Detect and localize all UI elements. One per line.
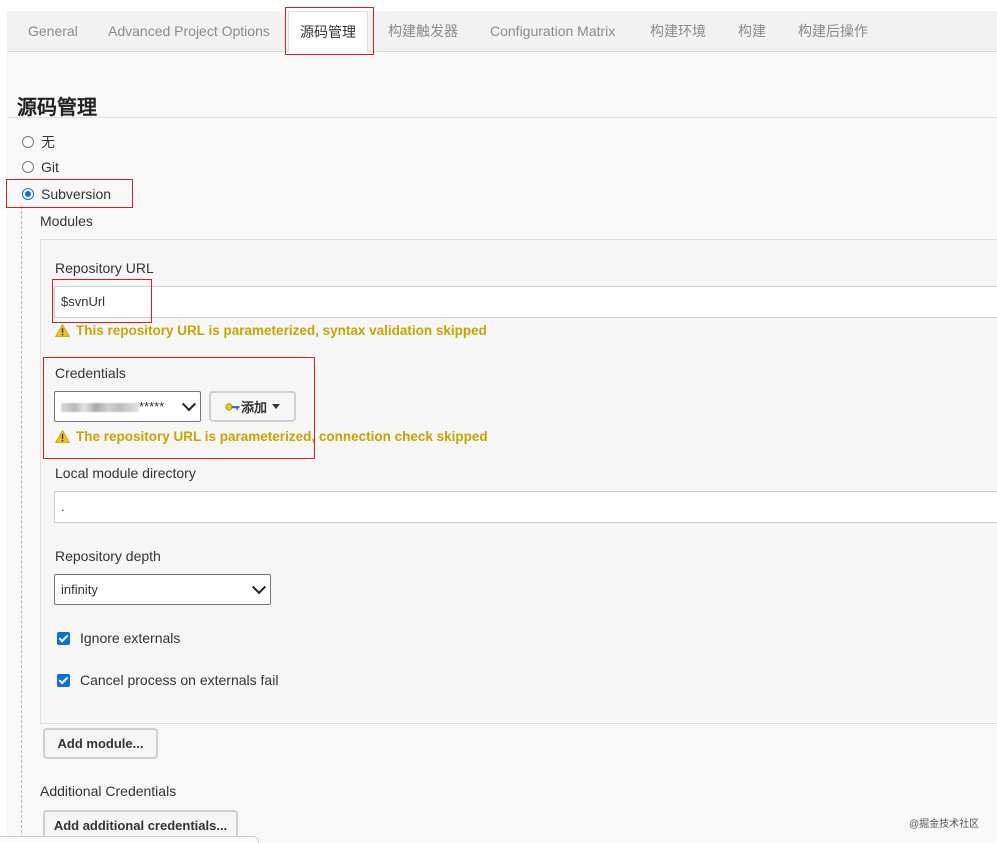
nested-indent-guide bbox=[21, 206, 22, 843]
checkbox-checked-icon[interactable] bbox=[57, 673, 70, 687]
additional-credentials-label: Additional Credentials bbox=[40, 783, 177, 799]
scm-option-label: Subversion bbox=[41, 186, 112, 202]
modules-label: Modules bbox=[40, 213, 93, 229]
repository-url-input[interactable]: $svnUrl bbox=[54, 286, 997, 318]
scm-option-git[interactable]: Git bbox=[22, 159, 59, 175]
section-divider bbox=[7, 117, 997, 118]
checkbox-label: Cancel process on externals fail bbox=[80, 672, 279, 688]
credentials-selected-value: ***** bbox=[61, 399, 164, 414]
horizontal-scrollbar[interactable] bbox=[0, 836, 259, 843]
local-module-directory-label: Local module directory bbox=[55, 465, 196, 481]
jenkins-config-page: General Advanced Project Options 源码管理 构建… bbox=[0, 0, 997, 843]
warning-text: This repository URL is parameterized, sy… bbox=[76, 323, 487, 338]
warning-icon bbox=[55, 430, 70, 443]
chevron-down-icon bbox=[251, 579, 267, 594]
checkbox-checked-icon[interactable] bbox=[57, 631, 70, 645]
radio-checked-icon[interactable] bbox=[22, 188, 34, 200]
tab-source-code-management[interactable]: 源码管理 bbox=[288, 11, 368, 53]
credentials-select[interactable]: ***** bbox=[54, 391, 201, 422]
radio-icon[interactable] bbox=[22, 136, 34, 148]
radio-icon[interactable] bbox=[22, 161, 34, 173]
tab-build[interactable]: 构建 bbox=[738, 11, 766, 51]
config-tab-bar: General Advanced Project Options 源码管理 构建… bbox=[7, 11, 997, 53]
watermark: @掘金技术社区 bbox=[909, 819, 980, 830]
repository-depth-value: infinity bbox=[61, 582, 98, 597]
repository-depth-select[interactable]: infinity bbox=[54, 574, 271, 605]
tab-configuration-matrix[interactable]: Configuration Matrix bbox=[490, 11, 615, 51]
repository-url-warning: This repository URL is parameterized, sy… bbox=[55, 323, 487, 338]
cancel-process-checkbox[interactable]: Cancel process on externals fail bbox=[57, 672, 278, 688]
warning-icon bbox=[55, 324, 70, 337]
ignore-externals-checkbox[interactable]: Ignore externals bbox=[57, 630, 180, 646]
checkbox-label: Ignore externals bbox=[80, 630, 181, 646]
tab-general[interactable]: General bbox=[28, 11, 78, 51]
add-module-button[interactable]: Add module... bbox=[43, 728, 158, 759]
repository-depth-label: Repository depth bbox=[55, 548, 161, 564]
scm-option-label: 无 bbox=[41, 134, 55, 150]
scm-option-label: Git bbox=[41, 159, 59, 175]
credentials-warning: The repository URL is parameterized, con… bbox=[55, 429, 488, 444]
add-credentials-button[interactable]: 添加 bbox=[209, 391, 296, 422]
local-module-directory-input[interactable]: . bbox=[54, 491, 997, 523]
warning-text: The repository URL is parameterized, con… bbox=[76, 429, 488, 444]
redacted-credential bbox=[61, 403, 139, 413]
scm-option-subversion[interactable]: Subversion bbox=[22, 186, 111, 202]
section-title: 源码管理 bbox=[17, 97, 97, 119]
tab-build-environment[interactable]: 构建环境 bbox=[650, 11, 706, 51]
credentials-label: Credentials bbox=[55, 365, 126, 381]
repository-url-label: Repository URL bbox=[55, 260, 154, 276]
tab-build-triggers[interactable]: 构建触发器 bbox=[388, 11, 458, 51]
tab-post-build-actions[interactable]: 构建后操作 bbox=[798, 11, 868, 51]
chevron-down-icon bbox=[181, 396, 197, 411]
key-icon bbox=[225, 402, 240, 411]
tab-advanced-project-options[interactable]: Advanced Project Options bbox=[108, 11, 270, 51]
scm-option-none[interactable]: 无 bbox=[22, 132, 55, 152]
